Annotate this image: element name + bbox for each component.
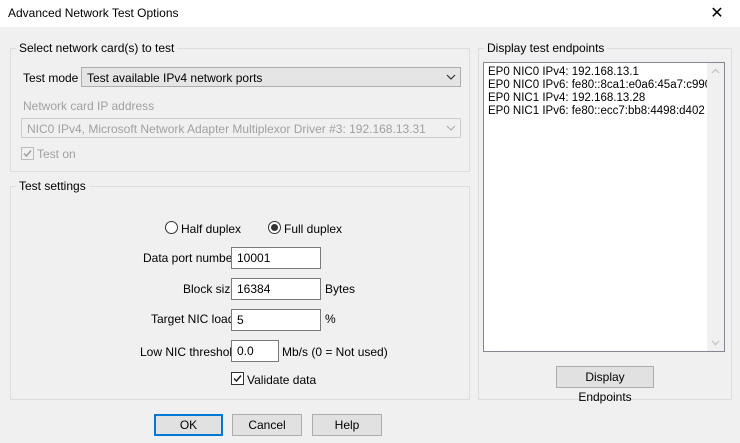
help-button[interactable]: Help bbox=[312, 414, 382, 436]
target-load-unit: % bbox=[325, 312, 336, 326]
block-size-input[interactable] bbox=[231, 278, 321, 300]
list-item[interactable]: EP0 NIC0 IPv4: 192.168.13.1 bbox=[488, 66, 639, 78]
data-port-input[interactable] bbox=[231, 247, 321, 269]
test-mode-select[interactable]: Test available IPv4 network ports bbox=[81, 67, 461, 87]
test-mode-value: Test available IPv4 network ports bbox=[87, 71, 263, 85]
list-item[interactable]: EP0 NIC1 IPv6: fe80::ecc7:bb8:4498:d402 bbox=[488, 105, 705, 117]
test-settings-group-legend: Test settings bbox=[16, 179, 89, 193]
window-title: Advanced Network Test Options bbox=[8, 6, 179, 20]
display-endpoints-button[interactable]: Display Endpoints bbox=[556, 366, 654, 404]
data-port-label: Data port number bbox=[143, 251, 237, 265]
low-threshold-input[interactable] bbox=[231, 340, 279, 362]
endpoints-group-legend: Display test endpoints bbox=[484, 41, 608, 55]
scroll-up-icon[interactable] bbox=[707, 63, 724, 80]
close-icon[interactable]: ✕ bbox=[694, 0, 740, 27]
chevron-down-icon bbox=[446, 74, 456, 80]
validate-data-checkbox[interactable] bbox=[231, 372, 244, 385]
list-item[interactable]: EP0 NIC1 IPv4: 192.168.13.28 bbox=[488, 92, 645, 104]
test-on-label: Test on bbox=[37, 147, 76, 161]
low-threshold-label: Low NIC threshold bbox=[140, 345, 239, 359]
ip-address-value: NIC0 IPv4, Microsoft Network Adapter Mul… bbox=[27, 122, 426, 136]
network-card-group-legend: Select network card(s) to test bbox=[16, 41, 178, 55]
ip-address-select[interactable]: NIC0 IPv4, Microsoft Network Adapter Mul… bbox=[21, 118, 461, 138]
validate-data-label: Validate data bbox=[247, 373, 317, 387]
scroll-down-icon[interactable] bbox=[707, 334, 724, 351]
chevron-down-icon bbox=[446, 125, 456, 131]
target-load-label: Target NIC load bbox=[151, 312, 235, 326]
list-item[interactable]: EP0 NIC0 IPv6: fe80::8ca1:e0a6:45a7:c990 bbox=[488, 79, 711, 91]
checkmark-icon bbox=[233, 375, 242, 383]
full-duplex-label: Full duplex bbox=[284, 222, 343, 236]
target-load-input[interactable] bbox=[231, 309, 321, 331]
endpoints-list[interactable]: EP0 NIC0 IPv4: 192.168.13.1 EP0 NIC0 IPv… bbox=[483, 62, 725, 352]
half-duplex-label: Half duplex bbox=[181, 222, 242, 236]
radio-selected-dot bbox=[271, 224, 278, 231]
test-on-checkbox[interactable] bbox=[21, 147, 34, 160]
half-duplex-radio[interactable] bbox=[165, 221, 178, 234]
block-size-label: Block size bbox=[183, 282, 238, 296]
vertical-scrollbar[interactable] bbox=[707, 63, 724, 351]
block-size-unit: Bytes bbox=[325, 282, 356, 296]
ok-button[interactable]: OK bbox=[154, 414, 223, 436]
cancel-button[interactable]: Cancel bbox=[232, 414, 302, 436]
title-bar: Advanced Network Test Options ✕ bbox=[0, 0, 740, 27]
test-mode-label: Test mode bbox=[23, 71, 79, 85]
low-threshold-unit: Mb/s (0 = Not used) bbox=[282, 345, 388, 359]
full-duplex-radio[interactable] bbox=[268, 221, 281, 234]
ip-address-label: Network card IP address bbox=[23, 99, 155, 113]
checkmark-icon bbox=[23, 150, 32, 158]
